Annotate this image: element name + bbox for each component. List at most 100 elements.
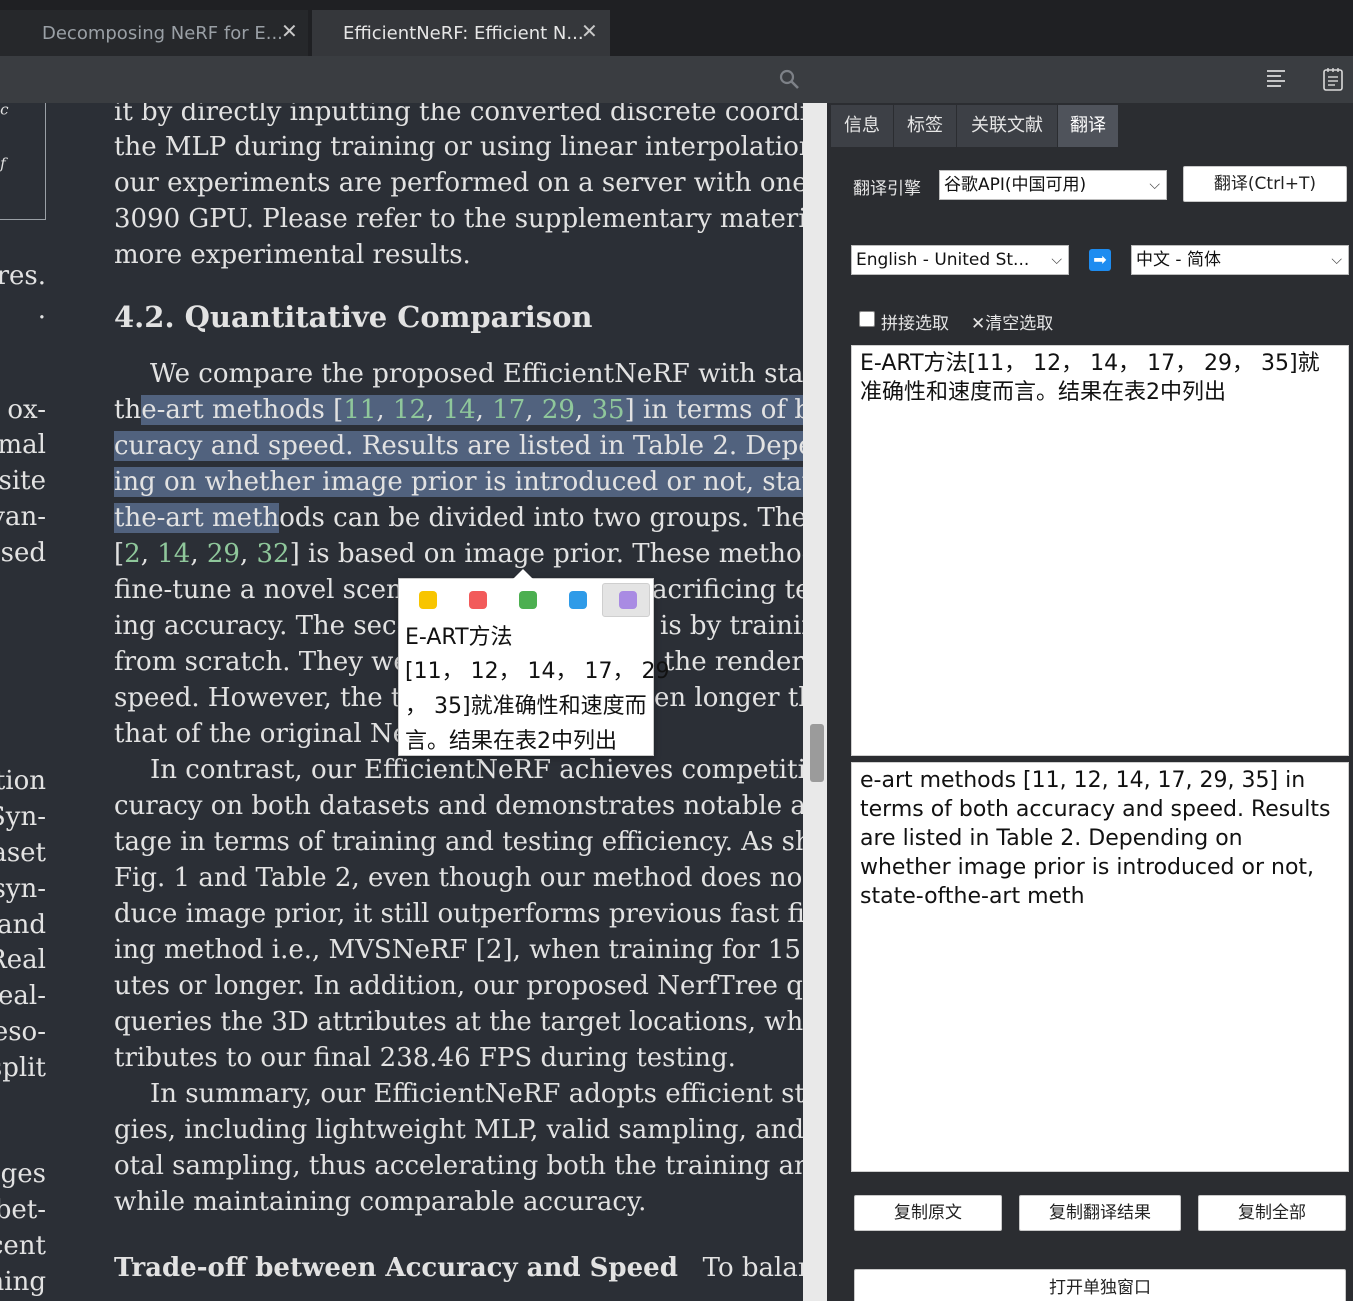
target-language-value: 中文 - 简体: [1136, 250, 1221, 270]
engine-select[interactable]: 谷歌API(中国可用) ⌵: [939, 170, 1167, 200]
paper-line: ing accuracy. The seco: [114, 611, 413, 641]
paper-line: acrificing tes: [652, 575, 803, 605]
copy-translation-button[interactable]: 复制翻译结果: [1019, 1195, 1181, 1231]
notes-icon[interactable]: [1322, 67, 1344, 91]
tab-related-references[interactable]: 关联文献: [957, 105, 1057, 147]
text-fragment: ures.: [0, 261, 46, 291]
text-fragment: .: [37, 295, 46, 325]
section-heading: 4.2. Quantitative Comparison: [114, 300, 593, 334]
paper-line: gies, including lightweight MLP, valid s…: [114, 1115, 803, 1145]
paper-line: more experimental results.: [114, 240, 471, 270]
paper-line: our experiments are performed on a serve…: [114, 168, 803, 198]
paper-line: from scratch. They were: [114, 647, 437, 677]
text-fragment: split: [0, 1053, 46, 1083]
translated-text-box[interactable]: E-ART方法[11， 12， 14， 17， 29， 35]就准确性和速度而言…: [851, 345, 1349, 756]
text-fragment: aset: [0, 838, 46, 868]
text-fragment: ning: [0, 1267, 46, 1297]
math-symbol: vc: [0, 103, 9, 119]
highlight-color-blue[interactable]: [569, 591, 587, 609]
tab-label: Decomposing NeRF for E...: [42, 22, 283, 44]
paper-line: In summary, our EfficientNeRF adopts eff…: [150, 1079, 803, 1109]
chevron-down-icon: ⌵: [1149, 177, 1160, 193]
highlight-color-green[interactable]: [519, 591, 537, 609]
tab-info[interactable]: 信息: [831, 105, 893, 147]
popup-arrow: [513, 569, 533, 579]
paper-line: Trade-off between Accuracy and Speed To …: [114, 1253, 803, 1283]
paper-line: otal sampling, thus accelerating both th…: [114, 1151, 803, 1181]
text-fragment: cent: [0, 1231, 46, 1261]
paper-line: 3090 GPU. Please refer to the supplement…: [114, 204, 803, 234]
text-fragment: ox-: [7, 395, 46, 425]
text-fragment: eal-: [0, 981, 46, 1011]
paper-line-selected: ing on whether image prior is introduced…: [114, 465, 803, 499]
paper-line: duce image prior, it still outperforms p…: [114, 899, 803, 929]
arrow-right-icon[interactable]: ➡: [1089, 249, 1111, 271]
source-language-select[interactable]: English - United St... ⌵: [851, 245, 1069, 275]
close-icon[interactable]: ✕: [581, 19, 598, 43]
source-text-box[interactable]: e-art methods [11, 12, 14, 17, 29, 35] i…: [851, 762, 1349, 1172]
paper-line: In contrast, our EfficientNeRF achieves …: [150, 755, 803, 785]
tab-label: EfficientNeRF: Efficient N...: [343, 22, 584, 44]
text-fragment: Syn-: [0, 802, 46, 832]
popup-translation-line: [11， 12， 14， 17， 29: [405, 659, 670, 684]
translate-button[interactable]: 翻译(Ctrl+T): [1183, 166, 1347, 202]
paper-line: utes or longer. In addition, our propose…: [114, 971, 803, 1001]
copy-source-button[interactable]: 复制原文: [854, 1195, 1002, 1231]
search-icon[interactable]: [778, 68, 800, 90]
translation-popup: E-ART方法 [11， 12， 14， 17， 29 ， 35]就准确性和速度…: [398, 569, 670, 756]
scrollbar-thumb[interactable]: [810, 724, 824, 782]
paper-line-selected: curacy and speed. Results are listed in …: [114, 429, 803, 463]
clear-selection-button[interactable]: ✕清空选取: [971, 309, 1053, 334]
concat-selection-checkbox[interactable]: [859, 311, 875, 327]
close-icon[interactable]: ✕: [281, 19, 298, 43]
math-symbol: vf: [0, 148, 6, 173]
tab-tags[interactable]: 标签: [894, 105, 956, 147]
paper-line: the MLP during training or using linear …: [114, 132, 803, 162]
paper-line: is by trainin: [660, 611, 803, 641]
chevron-down-icon: ⌵: [1331, 252, 1342, 268]
concat-selection-label: 拼接选取: [881, 314, 949, 334]
highlight-color-purple[interactable]: [619, 591, 637, 609]
copy-all-button[interactable]: 复制全部: [1198, 1195, 1346, 1231]
paper-line: curacy on both datasets and demonstrates…: [114, 791, 803, 821]
paper-line: ing method i.e., MVSNeRF [2], when train…: [114, 935, 803, 965]
target-language-select[interactable]: 中文 - 简体 ⌵: [1131, 245, 1349, 275]
paper-line: the-art methods can be divided into two …: [114, 503, 803, 533]
text-fragment: ssed: [0, 538, 46, 568]
source-language-value: English - United St...: [856, 250, 1030, 270]
text-fragment: bet-: [0, 1195, 46, 1225]
sidebar-panel: 信息 标签 关联文献 翻译 翻译引擎 谷歌API(中国可用) ⌵ 翻译(Ctrl…: [827, 103, 1353, 1301]
open-window-button[interactable]: 打开单独窗口: [854, 1269, 1346, 1301]
tab-bar: Decomposing NeRF for E... ✕ EfficientNeR…: [0, 0, 1353, 56]
chevron-down-icon: ⌵: [1051, 252, 1062, 268]
paper-line: it by directly inputting the converted d…: [114, 103, 803, 127]
popup-translation-line: 言。结果在表2中列出: [405, 729, 617, 754]
highlight-color-yellow[interactable]: [419, 591, 437, 609]
engine-label: 翻译引擎: [853, 179, 921, 199]
left-column-fragments: vc vf ures. . ox- mal osite van- ssed ti…: [0, 103, 50, 1301]
text-fragment: tion: [0, 766, 46, 796]
paper-line: Fig. 1 and Table 2, even though our meth…: [114, 863, 803, 893]
paper-line: We compare the proposed EfficientNeRF wi…: [150, 359, 803, 389]
engine-select-value: 谷歌API(中国可用): [944, 175, 1087, 195]
paper-line: while maintaining comparable accuracy.: [114, 1187, 647, 1217]
tab-efficientnerf[interactable]: EfficientNeRF: Efficient N... ✕: [312, 10, 610, 56]
tab-decomposing-nerf[interactable]: Decomposing NeRF for E... ✕: [0, 10, 308, 56]
figure-box: vc vf: [0, 103, 46, 220]
text-fragment: ges: [0, 1159, 46, 1189]
highlight-color-red[interactable]: [469, 591, 487, 609]
paper-line: the renderin: [664, 647, 803, 677]
scrollbar-track[interactable]: [803, 103, 827, 1301]
text-fragment: osite: [0, 466, 46, 496]
paper-line-selected: the-art methods [11, 12, 14, 17, 29, 35]…: [114, 393, 803, 427]
tab-translate[interactable]: 翻译: [1058, 105, 1118, 147]
paper-line: en longer tha: [654, 683, 803, 713]
popup-translation-line: ， 35]就准确性和速度而: [405, 694, 647, 719]
paper-line: [2, 14, 29, 32] is based on image prior.…: [114, 539, 803, 569]
paper-line: speed. However, the trai: [114, 683, 438, 713]
outline-icon[interactable]: [1265, 68, 1287, 90]
text-fragment: and: [0, 910, 46, 940]
text-fragment: Real: [0, 945, 46, 975]
popup-translation-line: E-ART方法: [405, 625, 513, 650]
text-fragment: syn-: [0, 874, 46, 904]
